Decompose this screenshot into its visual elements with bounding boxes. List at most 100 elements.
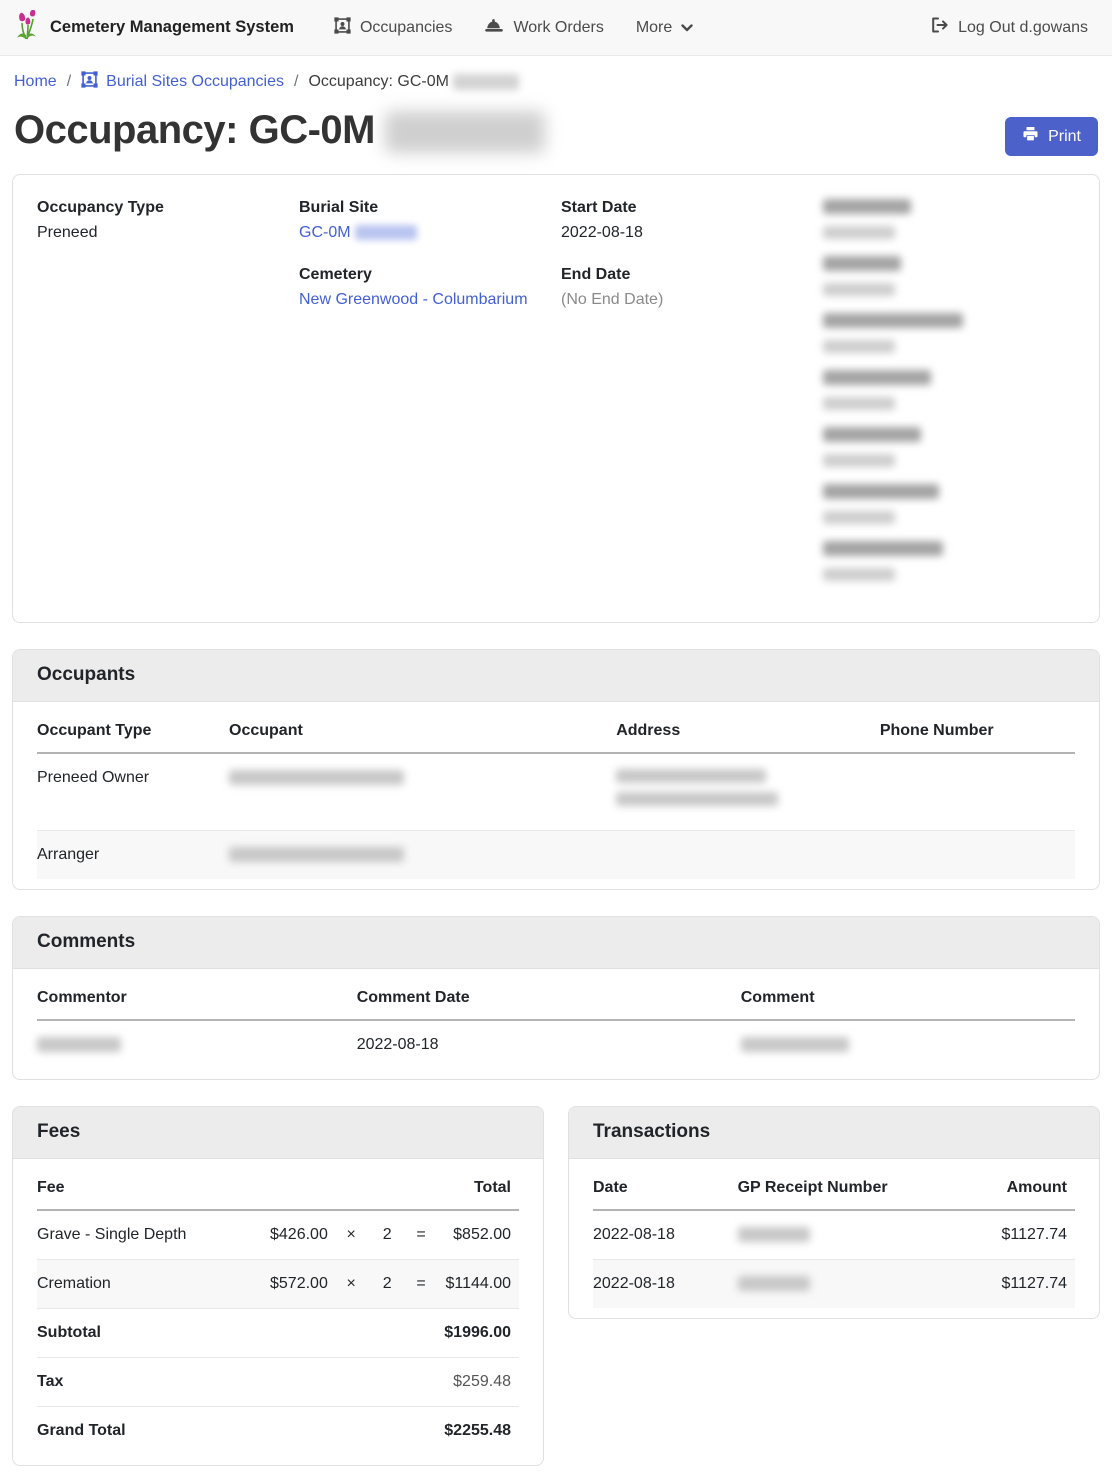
field-label: End Date [561, 266, 813, 284]
subtotal-label: Subtotal [37, 1309, 254, 1358]
redacted-label [823, 313, 963, 328]
redacted-value [823, 568, 895, 581]
fees-card: Fees Fee Total Grave - Single [12, 1106, 544, 1466]
bottom-section: Fees Fee Total Grave - Single [12, 1106, 1100, 1476]
redacted-text [385, 111, 545, 153]
column-header: Date [593, 1165, 738, 1210]
comment-date-cell: 2022-08-18 [357, 1020, 741, 1069]
breadcrumb-current: Occupancy: GC-0M [308, 73, 518, 91]
field-value: New Greenwood - Columbarium [299, 291, 551, 309]
details-column-redacted [823, 199, 1075, 598]
field-label: Cemetery [299, 266, 551, 284]
comment-cell [741, 1020, 1075, 1069]
redacted-label [823, 541, 943, 556]
breadcrumb-separator: / [67, 73, 71, 91]
transactions-table: Date GP Receipt Number Amount 2022-08-18… [593, 1165, 1075, 1308]
transactions-body: Date GP Receipt Number Amount 2022-08-18… [569, 1159, 1099, 1318]
fees-table: Fee Total Grave - Single Depth $426.00 ×… [37, 1165, 519, 1455]
redacted-text [738, 1276, 810, 1291]
field-value: (No End Date) [561, 291, 813, 309]
nav-item-more[interactable]: More [624, 11, 705, 45]
column-header: Address [616, 708, 880, 753]
transaction-date-cell: 2022-08-18 [593, 1210, 738, 1260]
column-header: Occupant Type [37, 708, 229, 753]
redacted-label [823, 427, 921, 442]
address-cell [616, 831, 880, 880]
redacted-value [823, 340, 895, 353]
occupants-header: Occupants [13, 650, 1099, 702]
redacted-text [741, 1037, 849, 1052]
title-row: Occupancy: GC-0M Print [0, 101, 1112, 156]
redacted-label [823, 370, 931, 385]
comments-body: Commentor Comment Date Comment 2022-08-1… [13, 969, 1099, 1079]
breadcrumb-home-link[interactable]: Home [14, 73, 57, 91]
nav-item-occupancies[interactable]: Occupancies [322, 9, 465, 47]
comments-table: Commentor Comment Date Comment 2022-08-1… [37, 975, 1075, 1069]
cemetery-link[interactable]: New Greenwood - Columbarium [299, 291, 528, 308]
fee-name-cell: Grave - Single Depth [37, 1210, 254, 1260]
redacted-text [229, 847, 404, 862]
redacted-value [823, 511, 895, 524]
table-header-row: Date GP Receipt Number Amount [593, 1165, 1075, 1210]
fee-price-cell: $426.00 [254, 1210, 336, 1260]
field-value: 2022-08-18 [561, 224, 813, 242]
fee-price-cell: $572.00 [254, 1260, 336, 1309]
breadcrumb-section-label: Burial Sites Occupancies [106, 73, 284, 91]
field-value: Preneed [37, 224, 289, 242]
occupancy-details-card: Occupancy Type Preneed Burial Site GC-0M… [12, 174, 1100, 623]
redacted-field [823, 541, 1075, 581]
equals-sign: = [408, 1260, 442, 1309]
grand-total-label: Grand Total [37, 1407, 254, 1456]
nav-item-label: Work Orders [513, 19, 603, 37]
burial-site-link[interactable]: GC-0M [299, 224, 351, 241]
table-row: 2022-08-18 [37, 1020, 1075, 1069]
redacted-field [823, 370, 1075, 410]
occupants-body: Occupant Type Occupant Address Phone Num… [13, 702, 1099, 889]
field-value: GC-0M [299, 224, 551, 242]
occupants-card: Occupants Occupant Type Occupant Address… [12, 649, 1100, 890]
redacted-text [355, 225, 417, 240]
logout-button[interactable]: Log Out d.gowans [931, 17, 1088, 38]
table-row: Grave - Single Depth $426.00 × 2 = $852.… [37, 1210, 519, 1260]
transactions-header: Transactions [569, 1107, 1099, 1159]
redacted-field [823, 427, 1075, 467]
comments-card: Comments Commentor Comment Date Comment … [12, 916, 1100, 1080]
breadcrumb-occupancies-link[interactable]: Burial Sites Occupancies [81, 71, 284, 93]
breadcrumb: Home / Burial Sites Occupancies / Occupa… [0, 56, 1112, 101]
table-header-row: Commentor Comment Date Comment [37, 975, 1075, 1020]
transaction-date-cell: 2022-08-18 [593, 1260, 738, 1309]
redacted-field [823, 256, 1075, 296]
portrait-frame-icon [334, 17, 351, 39]
redacted-field [823, 313, 1075, 353]
redacted-text [229, 770, 404, 785]
print-button-label: Print [1048, 128, 1081, 146]
details-column-2: Burial Site GC-0M Cemetery New Greenwood… [299, 199, 551, 598]
subtotal-row: Subtotal $1996.00 [37, 1309, 519, 1358]
fees-header: Fees [13, 1107, 543, 1159]
column-header: Comment Date [357, 975, 741, 1020]
redacted-label [823, 199, 911, 214]
table-row: 2022-08-18 $1127.74 [593, 1210, 1075, 1260]
amount-cell: $1127.74 [940, 1260, 1075, 1309]
amount-cell: $1127.74 [940, 1210, 1075, 1260]
redacted-text [453, 74, 519, 90]
chevron-down-icon [681, 19, 693, 37]
tax-row: Tax $259.48 [37, 1358, 519, 1407]
commentor-cell [37, 1020, 357, 1069]
column-header: GP Receipt Number [738, 1165, 940, 1210]
nav-links: Occupancies Work Orders More [322, 9, 705, 47]
occupant-type-cell: Preneed Owner [37, 753, 229, 831]
redacted-value [823, 283, 895, 296]
receipt-number-cell [738, 1210, 940, 1260]
print-button[interactable]: Print [1005, 117, 1098, 156]
occupant-cell [229, 753, 616, 831]
breadcrumb-separator: / [294, 73, 298, 91]
table-header-row: Occupant Type Occupant Address Phone Num… [37, 708, 1075, 753]
table-row: 2022-08-18 $1127.74 [593, 1260, 1075, 1309]
occupant-type-cell: Arranger [37, 831, 229, 880]
column-header: Fee [37, 1165, 254, 1210]
subtotal-value: $1996.00 [442, 1309, 519, 1358]
cemetery-field: Cemetery New Greenwood - Columbarium [299, 266, 551, 309]
nav-item-work-orders[interactable]: Work Orders [472, 9, 615, 47]
comments-header: Comments [13, 917, 1099, 969]
